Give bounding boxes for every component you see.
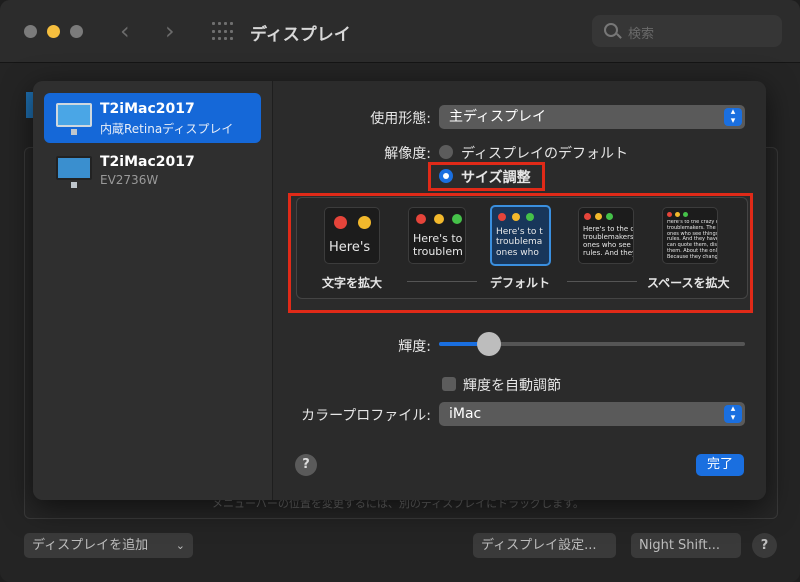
resolution-scaled-label: サイズ調整 <box>461 170 531 186</box>
color-profile-popup[interactable]: iMac ▴ ▾ <box>439 402 745 426</box>
forward-arrow-icon[interactable]: › <box>165 17 175 45</box>
scale-option-2[interactable]: Here's to troublem <box>408 207 466 264</box>
scale-divider <box>567 281 637 282</box>
use-as-popup[interactable]: 主ディスプレイ ▴ ▾ <box>439 105 745 129</box>
search-field[interactable]: 検索 <box>592 15 782 47</box>
minimize-dot-icon <box>595 213 602 220</box>
resolution-label: 解像度: <box>384 146 431 162</box>
brightness-label: 輝度: <box>398 339 431 355</box>
color-profile-label: カラープロファイル: <box>301 408 431 424</box>
use-as-label: 使用形態: <box>370 111 431 127</box>
close-dot-icon <box>667 212 672 217</box>
zoom-dot-icon <box>452 214 462 224</box>
scale-preview-text: Here's to the cr troublemakers. T ones w… <box>583 225 634 258</box>
close-dot-icon <box>584 213 591 220</box>
scale-default-label: デフォルト <box>490 276 551 290</box>
show-all-grid-icon[interactable] <box>212 22 233 42</box>
minimize-dot-icon <box>675 212 680 217</box>
back-arrow-icon[interactable]: ‹ <box>120 17 130 45</box>
done-button[interactable]: 完了 <box>696 454 744 476</box>
add-display-button[interactable]: ディスプレイを追加 ⌄ <box>24 533 193 558</box>
zoom-dot-icon <box>526 213 534 221</box>
scale-preview-text: Here's <box>329 241 371 255</box>
minimize-dot-icon <box>434 214 444 224</box>
zoom-dot-icon <box>606 213 613 220</box>
zoom-dot-icon <box>683 212 688 217</box>
scale-preview-text: Here's to the crazy one troublemakers. T… <box>667 220 718 260</box>
scale-preview-text: Here's to t troublema ones who <box>496 227 543 258</box>
resolution-scaled-radio[interactable] <box>439 169 453 183</box>
scale-option-4[interactable]: Here's to the cr troublemakers. T ones w… <box>578 207 634 264</box>
brightness-slider[interactable] <box>439 332 745 356</box>
search-placeholder: 検索 <box>628 27 655 42</box>
resolution-default-radio[interactable] <box>439 145 453 159</box>
auto-brightness-label: 輝度を自動調節 <box>463 378 561 394</box>
scale-option-3-default[interactable]: Here's to t troublema ones who <box>490 205 551 266</box>
zoom-window-button[interactable] <box>70 25 83 38</box>
display-subtitle: 内蔵Retinaディスプレイ <box>100 122 234 136</box>
color-profile-value: iMac <box>449 406 482 422</box>
scale-larger-text-label: 文字を拡大 <box>322 276 383 290</box>
minimize-dot-icon <box>358 216 371 229</box>
monitor-icon <box>56 103 92 135</box>
display-settings-sheet: T2iMac2017 内蔵Retinaディスプレイ T2iMac2017 EV2… <box>33 81 766 500</box>
help-button[interactable]: ? <box>752 533 777 558</box>
monitor-icon <box>56 156 92 188</box>
scale-preview-text: Here's to troublem <box>413 233 463 258</box>
chevron-down-icon: ⌄ <box>175 539 185 552</box>
scale-more-space-label: スペースを拡大 <box>647 276 730 290</box>
resolution-default-label: ディスプレイのデフォルト <box>461 146 629 162</box>
scale-option-1[interactable]: Here's <box>324 207 380 264</box>
search-icon <box>604 23 618 37</box>
close-dot-icon <box>416 214 426 224</box>
brightness-slider-knob[interactable] <box>476 332 501 356</box>
scaled-resolution-picker: Here's Here's to troublem Here's to t tr… <box>296 197 748 299</box>
system-preferences-window: ‹ › ディスプレイ 検索 メニューバーの位置を変更するには、別のディスプレイに… <box>0 0 800 582</box>
popup-stepper-icon: ▴ ▾ <box>724 108 742 126</box>
display-settings-panel: 使用形態: 主ディスプレイ ▴ ▾ 解像度: ディスプレイのデフォルト サイズ調整… <box>273 81 766 500</box>
window-title: ディスプレイ <box>250 25 351 45</box>
close-dot-icon <box>334 216 347 229</box>
close-window-button[interactable] <box>24 25 37 38</box>
scale-option-5[interactable]: Here's to the crazy one troublemakers. T… <box>662 207 718 264</box>
display-item-external[interactable]: T2iMac2017 EV2736W <box>44 146 261 196</box>
auto-brightness-checkbox[interactable] <box>442 377 456 391</box>
minimize-dot-icon <box>512 213 520 221</box>
use-as-value: 主ディスプレイ <box>449 109 547 125</box>
night-shift-button[interactable]: Night Shift... <box>631 533 741 558</box>
display-name: T2iMac2017 <box>100 101 195 117</box>
display-name: T2iMac2017 <box>100 154 195 170</box>
display-list: T2iMac2017 内蔵Retinaディスプレイ T2iMac2017 EV2… <box>33 81 273 500</box>
add-display-label: ディスプレイを追加 <box>32 538 149 553</box>
display-subtitle: EV2736W <box>100 173 159 187</box>
title-bar: ‹ › ディスプレイ 検索 <box>0 0 800 63</box>
close-dot-icon <box>498 213 506 221</box>
minimize-window-button[interactable] <box>47 25 60 38</box>
help-button[interactable]: ? <box>295 454 317 476</box>
scale-divider <box>407 281 477 282</box>
popup-stepper-icon: ▴ ▾ <box>724 405 742 423</box>
display-item-builtin[interactable]: T2iMac2017 内蔵Retinaディスプレイ <box>44 93 261 143</box>
display-settings-button[interactable]: ディスプレイ設定... <box>473 533 616 558</box>
